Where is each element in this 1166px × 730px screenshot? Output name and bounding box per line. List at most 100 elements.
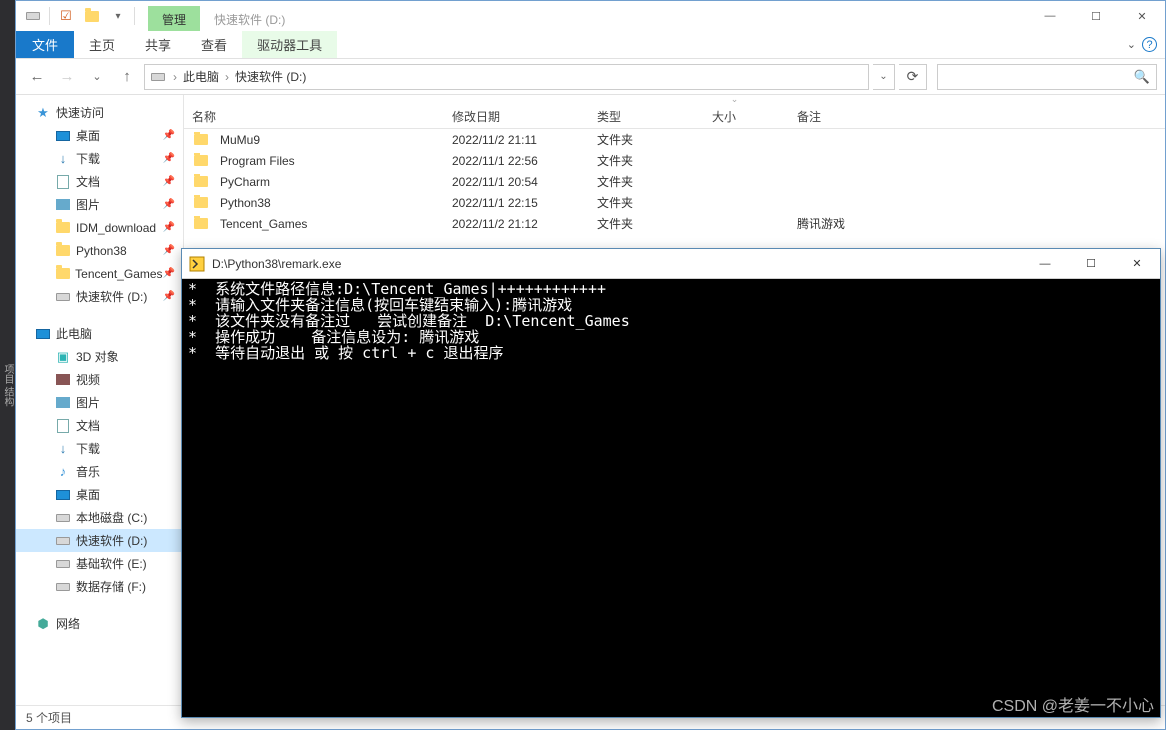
folder-icon: [192, 153, 210, 169]
sidebar-item[interactable]: 快速软件 (D:): [16, 529, 183, 552]
folder-icon: [54, 220, 72, 236]
sidebar-item-label: 下载: [76, 440, 100, 457]
music-icon: ♪: [54, 464, 72, 480]
sidebar-item-label: Python38: [76, 244, 127, 258]
address-bar: ← → ⌄ ↑ › 此电脑 › 快速软件 (D:) ⌄ ⟳ 🔍: [16, 59, 1165, 95]
sidebar-item[interactable]: 视频: [16, 368, 183, 391]
sidebar-item[interactable]: 图片: [16, 391, 183, 414]
close-button[interactable]: ✕: [1119, 1, 1165, 31]
sidebar-item[interactable]: IDM_download📌: [16, 216, 183, 239]
refresh-button[interactable]: ⟳: [899, 64, 927, 90]
down-icon: ↓: [54, 151, 72, 167]
breadcrumb-this-pc[interactable]: 此电脑: [179, 68, 223, 85]
tab-share[interactable]: 共享: [130, 31, 186, 58]
sidebar-item-label: 图片: [76, 394, 100, 411]
sidebar-item[interactable]: Tencent_Games📌: [16, 262, 183, 285]
sidebar-item-label: 音乐: [76, 463, 100, 480]
console-output[interactable]: * 系统文件路径信息:D:\Tencent_Games|++++++++++++…: [182, 279, 1160, 717]
manage-context-tab[interactable]: 管理: [148, 6, 200, 31]
file-date: 2022/11/1 20:54: [444, 175, 589, 189]
breadcrumb-sep-icon[interactable]: ›: [223, 70, 231, 84]
sidebar-item[interactable]: 基础软件 (E:): [16, 552, 183, 575]
file-remark: 腾讯游戏: [789, 215, 989, 232]
sidebar-item[interactable]: 数据存储 (F:): [16, 575, 183, 598]
minimize-button[interactable]: ―: [1027, 1, 1073, 31]
sidebar-item-label: 3D 对象: [76, 348, 119, 365]
drive-icon: [54, 289, 72, 305]
tab-view[interactable]: 查看: [186, 31, 242, 58]
network-icon: ⬢: [34, 616, 52, 632]
folder-icon: [192, 195, 210, 211]
recent-button[interactable]: ⌄: [84, 64, 110, 90]
breadcrumb-current[interactable]: 快速软件 (D:): [231, 68, 310, 85]
forward-button[interactable]: →: [54, 64, 80, 90]
breadcrumb-sep-icon[interactable]: ›: [171, 70, 179, 84]
col-remark[interactable]: 备注: [789, 103, 989, 128]
col-size[interactable]: 大小: [704, 103, 789, 128]
file-type: 文件夹: [589, 173, 704, 190]
console-maximize-button[interactable]: ☐: [1068, 249, 1114, 279]
table-row[interactable]: Tencent_Games2022/11/2 21:12文件夹腾讯游戏: [184, 213, 1165, 234]
sidebar-quick-access[interactable]: ★快速访问: [16, 101, 183, 124]
monitor-icon: [54, 487, 72, 503]
folder-qat-icon[interactable]: [81, 5, 103, 27]
checkbox-icon[interactable]: ☑: [55, 5, 77, 27]
navigation-pane[interactable]: ★快速访问 桌面📌↓下载📌文档📌图片📌IDM_download📌Python38…: [16, 95, 184, 705]
col-date[interactable]: 修改日期: [444, 103, 589, 128]
sidebar-this-pc[interactable]: 此电脑: [16, 322, 183, 345]
sidebar-item-label: 下载: [76, 150, 100, 167]
sidebar-item[interactable]: 文档: [16, 414, 183, 437]
console-minimize-button[interactable]: ―: [1022, 249, 1068, 279]
sidebar-item-label: 桌面: [76, 486, 100, 503]
help-icon[interactable]: ?: [1142, 37, 1157, 52]
address-dropdown[interactable]: ⌄: [873, 64, 895, 90]
down-icon: ↓: [54, 441, 72, 457]
file-name: Tencent_Games: [220, 217, 307, 231]
file-date: 2022/11/1 22:56: [444, 154, 589, 168]
file-type: 文件夹: [589, 152, 704, 169]
pin-icon: 📌: [163, 130, 175, 141]
maximize-button[interactable]: ☐: [1073, 1, 1119, 31]
sidebar-item[interactable]: Python38📌: [16, 239, 183, 262]
sidebar-item[interactable]: ♪音乐: [16, 460, 183, 483]
pin-icon: 📌: [163, 222, 175, 233]
sidebar-item[interactable]: 文档📌: [16, 170, 183, 193]
sidebar-item[interactable]: 桌面: [16, 483, 183, 506]
sidebar-network[interactable]: ⬢网络: [16, 612, 183, 635]
pic-icon: [54, 395, 72, 411]
console-titlebar[interactable]: D:\Python38\remark.exe ― ☐ ✕: [182, 249, 1160, 279]
col-name[interactable]: 名称: [184, 103, 444, 128]
qat-dropdown-icon[interactable]: ▾: [107, 5, 129, 27]
table-row[interactable]: PyCharm2022/11/1 20:54文件夹: [184, 171, 1165, 192]
address-input[interactable]: › 此电脑 › 快速软件 (D:): [144, 64, 869, 90]
file-tab[interactable]: 文件: [16, 31, 74, 58]
tab-home[interactable]: 主页: [74, 31, 130, 58]
folder-icon: [192, 132, 210, 148]
table-row[interactable]: Program Files2022/11/1 22:56文件夹: [184, 150, 1165, 171]
sidebar-item[interactable]: 图片📌: [16, 193, 183, 216]
console-close-button[interactable]: ✕: [1114, 249, 1160, 279]
separator: [49, 7, 50, 25]
separator: [134, 7, 135, 25]
col-type[interactable]: 类型: [589, 103, 704, 128]
table-row[interactable]: Python382022/11/1 22:15文件夹: [184, 192, 1165, 213]
sidebar-item[interactable]: ↓下载: [16, 437, 183, 460]
column-resizer[interactable]: ⌄: [304, 95, 1165, 103]
monitor-icon: [54, 128, 72, 144]
search-input[interactable]: 🔍: [937, 64, 1157, 90]
doc-icon: [54, 174, 72, 190]
drive-icon: [54, 533, 72, 549]
ribbon-expand-icon[interactable]: ⌄: [1127, 38, 1136, 51]
sidebar-item[interactable]: 桌面📌: [16, 124, 183, 147]
app-icon: [188, 255, 206, 273]
table-row[interactable]: MuMu92022/11/2 21:11文件夹: [184, 129, 1165, 150]
file-date: 2022/11/1 22:15: [444, 196, 589, 210]
up-button[interactable]: ↑: [114, 64, 140, 90]
file-date: 2022/11/2 21:11: [444, 133, 589, 147]
sidebar-item[interactable]: ▣3D 对象: [16, 345, 183, 368]
sidebar-item[interactable]: 本地磁盘 (C:): [16, 506, 183, 529]
sidebar-item[interactable]: ↓下载📌: [16, 147, 183, 170]
back-button[interactable]: ←: [24, 64, 50, 90]
tab-drive-tools[interactable]: 驱动器工具: [242, 31, 337, 58]
sidebar-item[interactable]: 快速软件 (D:)📌: [16, 285, 183, 308]
